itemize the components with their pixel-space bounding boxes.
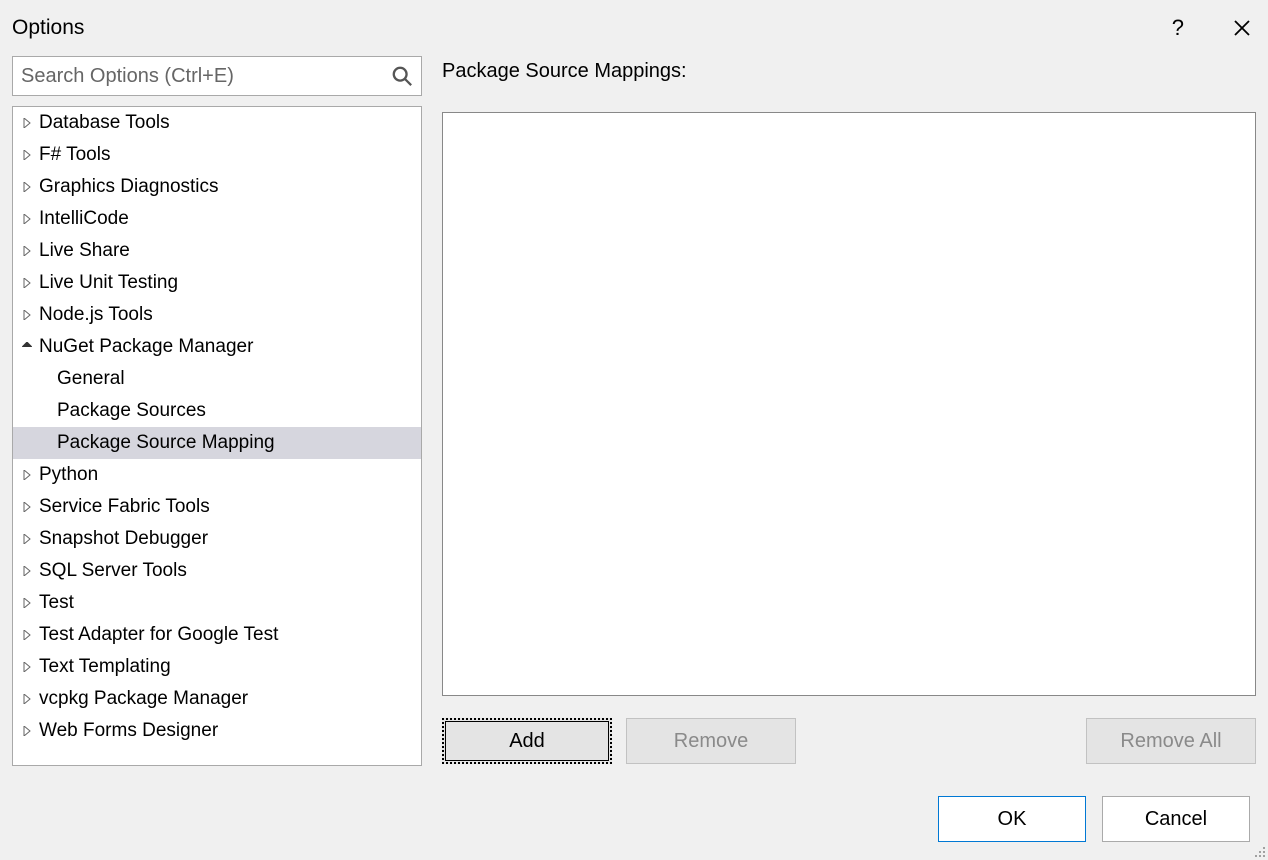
dialog-footer: OK Cancel <box>0 766 1268 860</box>
cancel-button[interactable]: Cancel <box>1102 796 1250 842</box>
tree-item[interactable]: Live Share <box>13 235 421 267</box>
tree-item[interactable]: Package Sources <box>13 395 421 427</box>
tree-item-label: Live Unit Testing <box>39 272 178 294</box>
tree-item[interactable]: Database Tools <box>13 107 421 139</box>
tree-item-label: Test Adapter for Google Test <box>39 624 278 646</box>
tree-item-label: vcpkg Package Manager <box>39 688 248 710</box>
chevron-right-icon[interactable] <box>19 694 35 704</box>
chevron-right-icon[interactable] <box>19 630 35 640</box>
tree-item[interactable]: Package Source Mapping <box>13 427 421 459</box>
tree-item-label: Test <box>39 592 74 614</box>
chevron-right-icon[interactable] <box>19 566 35 576</box>
tree-item-label: Snapshot Debugger <box>39 528 208 550</box>
search-icon <box>391 65 413 87</box>
tree-item-label: NuGet Package Manager <box>39 336 253 358</box>
ok-button[interactable]: OK <box>938 796 1086 842</box>
search-input[interactable] <box>21 65 391 88</box>
tree-item-label: Python <box>39 464 98 486</box>
tree-item-label: IntelliCode <box>39 208 129 230</box>
tree-scroll[interactable]: Database Tools F# Tools Graphics Diagnosti… <box>13 107 421 765</box>
tree-item[interactable]: Test Adapter for Google Test <box>13 619 421 651</box>
remove-button[interactable]: Remove <box>626 718 796 764</box>
chevron-right-icon[interactable] <box>19 310 35 320</box>
tree-item-label: Node.js Tools <box>39 304 153 326</box>
resize-grip-icon[interactable] <box>1252 844 1266 858</box>
tree-item-label: Package Sources <box>57 400 206 422</box>
tree-item[interactable]: Graphics Diagnostics <box>13 171 421 203</box>
chevron-down-icon[interactable] <box>19 342 35 352</box>
tree-item[interactable]: SQL Server Tools <box>13 555 421 587</box>
chevron-right-icon[interactable] <box>19 278 35 288</box>
tree-item-label: Graphics Diagnostics <box>39 176 219 198</box>
options-tree: Database Tools F# Tools Graphics Diagnosti… <box>12 106 422 766</box>
mappings-listbox[interactable] <box>442 112 1256 696</box>
titlebar: Options ? <box>0 0 1268 56</box>
tree-item[interactable]: General <box>13 363 421 395</box>
chevron-right-icon[interactable] <box>19 534 35 544</box>
tree-item[interactable]: Snapshot Debugger <box>13 523 421 555</box>
chevron-right-icon[interactable] <box>19 470 35 480</box>
dialog-body: Database Tools F# Tools Graphics Diagnosti… <box>0 56 1268 766</box>
add-button[interactable]: Add <box>442 718 612 764</box>
dialog-title: Options <box>12 16 1172 40</box>
chevron-right-icon[interactable] <box>19 182 35 192</box>
mapping-buttons-row: Add Remove Remove All <box>442 718 1256 764</box>
tree-item-label: Live Share <box>39 240 130 262</box>
tree-item-label: General <box>57 368 125 390</box>
tree-item[interactable]: Node.js Tools <box>13 299 421 331</box>
chevron-right-icon[interactable] <box>19 726 35 736</box>
chevron-right-icon[interactable] <box>19 598 35 608</box>
tree-item[interactable]: IntelliCode <box>13 203 421 235</box>
section-title: Package Source Mappings: <box>442 60 1256 90</box>
tree-item[interactable]: NuGet Package Manager <box>13 331 421 363</box>
tree-item[interactable]: Service Fabric Tools <box>13 491 421 523</box>
chevron-right-icon[interactable] <box>19 214 35 224</box>
tree-item-label: Database Tools <box>39 112 170 134</box>
chevron-right-icon[interactable] <box>19 150 35 160</box>
help-icon[interactable]: ? <box>1172 15 1184 41</box>
chevron-right-icon[interactable] <box>19 118 35 128</box>
chevron-right-icon[interactable] <box>19 662 35 672</box>
tree-item-label: Service Fabric Tools <box>39 496 210 518</box>
tree-item[interactable]: Web Forms Designer <box>13 715 421 747</box>
tree-item-label: F# Tools <box>39 144 110 166</box>
titlebar-controls: ? <box>1172 15 1252 41</box>
tree-item[interactable]: Python <box>13 459 421 491</box>
tree-item[interactable]: Live Unit Testing <box>13 267 421 299</box>
close-icon[interactable] <box>1232 18 1252 38</box>
right-pane: Package Source Mappings: Add Remove Remo… <box>442 56 1256 766</box>
tree-item-label: Web Forms Designer <box>39 720 218 742</box>
tree-item-label: SQL Server Tools <box>39 560 187 582</box>
tree-item[interactable]: vcpkg Package Manager <box>13 683 421 715</box>
search-box[interactable] <box>12 56 422 96</box>
tree-item[interactable]: F# Tools <box>13 139 421 171</box>
tree-item-label: Package Source Mapping <box>57 432 275 454</box>
tree-item[interactable]: Test <box>13 587 421 619</box>
remove-all-button[interactable]: Remove All <box>1086 718 1256 764</box>
tree-item[interactable]: Text Templating <box>13 651 421 683</box>
chevron-right-icon[interactable] <box>19 502 35 512</box>
chevron-right-icon[interactable] <box>19 246 35 256</box>
tree-item-label: Text Templating <box>39 656 171 678</box>
options-dialog: Options ? Database Tools F# Tools Graphics… <box>0 0 1268 860</box>
left-pane: Database Tools F# Tools Graphics Diagnosti… <box>12 56 422 766</box>
